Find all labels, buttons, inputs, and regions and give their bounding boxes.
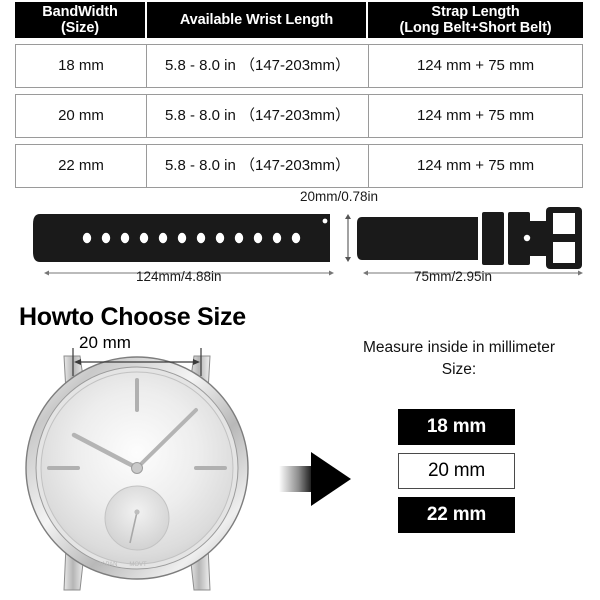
cell-strap-length: 124 mm + 75 mm [368, 94, 583, 138]
measure-instruction: Measure inside in millimeter Size: [330, 337, 588, 382]
cell-bandwidth: 20 mm [15, 94, 147, 138]
header-wrist-line1: Available Wrist Length [179, 11, 334, 28]
table-row: 18 mm 5.8 - 8.0 in （147-203mm） 124 mm + … [15, 44, 583, 88]
short-belt-keeper-1 [482, 212, 504, 265]
buckle-icon [523, 207, 582, 269]
strap-width-label: 20mm/0.78in [300, 189, 379, 204]
lug-width-label: 20 mm [79, 333, 131, 352]
cell-wrist-length: 5.8 - 8.0 in （147-203mm） [147, 144, 368, 188]
page-title: Howto Choose Size [19, 303, 246, 331]
header-bandwidth-line1: BandWidth [42, 3, 118, 20]
header-bandwidth-line2: (Size) [60, 20, 100, 36]
long-belt-label: 124mm/4.88in [136, 269, 222, 284]
cell-bandwidth: 22 mm [15, 144, 147, 188]
watch-illustration: JAPAN MOVT [25, 348, 249, 591]
header-cell-strap-length: Strap Length (Long Belt+Short Belt) [368, 2, 583, 38]
watch-dial-text-left: JAPAN [99, 562, 118, 568]
size-chart-table: BandWidth (Size) Available Wrist Length … [15, 2, 583, 188]
cell-wrist-length: 5.8 - 8.0 in （147-203mm） [147, 94, 368, 138]
header-cell-bandwidth: BandWidth (Size) [15, 2, 147, 38]
cell-wrist-length: 5.8 - 8.0 in （147-203mm） [147, 44, 368, 88]
size-option-22mm[interactable]: 22 mm [398, 497, 515, 533]
short-belt-label: 75mm/2.95in [414, 269, 493, 284]
cell-bandwidth: 18 mm [15, 44, 147, 88]
watch-subdial [104, 485, 170, 551]
long-belt-lug-hole [322, 218, 328, 224]
size-option-20mm[interactable]: 20 mm [398, 453, 515, 489]
strap-width-dimension [345, 214, 351, 262]
strap-diagram [33, 207, 583, 276]
cell-strap-length: 124 mm + 75 mm [368, 44, 583, 88]
header-strap-line2: (Long Belt+Short Belt) [399, 20, 552, 36]
size-option-18mm[interactable]: 18 mm [398, 409, 515, 445]
table-row: 22 mm 5.8 - 8.0 in （147-203mm） 124 mm + … [15, 144, 583, 188]
size-guide-page: BandWidth (Size) Available Wrist Length … [0, 0, 600, 600]
measure-line-1: Measure inside in millimeter [362, 339, 556, 356]
right-arrow-icon [279, 452, 351, 506]
header-cell-wrist-length: Available Wrist Length [147, 2, 368, 38]
short-belt-shape [357, 217, 478, 260]
watch-dial-text-right: MOVT [129, 562, 147, 568]
measure-line-2: Size: [441, 361, 477, 379]
table-row: 20 mm 5.8 - 8.0 in （147-203mm） 124 mm + … [15, 94, 583, 138]
header-strap-line1: Strap Length [431, 3, 520, 20]
table-header-row: BandWidth (Size) Available Wrist Length … [15, 2, 583, 38]
cell-strap-length: 124 mm + 75 mm [368, 144, 583, 188]
